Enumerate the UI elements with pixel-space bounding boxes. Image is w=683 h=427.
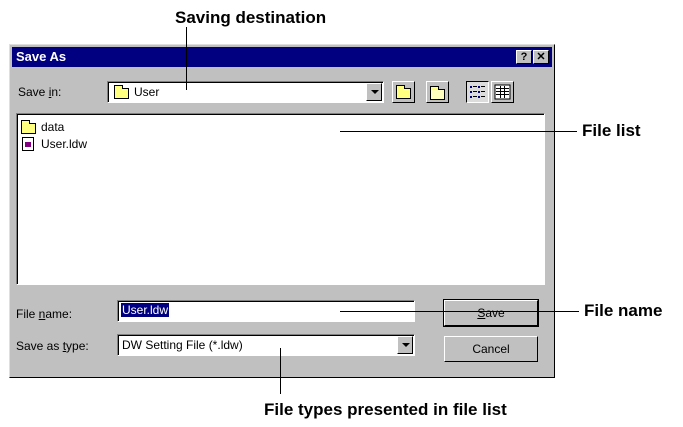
callout-file-name: File name	[584, 301, 663, 320]
save-in-combo[interactable]: User	[107, 81, 384, 103]
folder-icon	[21, 120, 36, 134]
save-in-value: User	[134, 85, 160, 99]
list-item[interactable]: data	[21, 119, 221, 135]
details-icon	[494, 84, 511, 100]
ldw-file-icon	[22, 137, 34, 151]
dialog-title: Save As	[16, 49, 67, 64]
title-bar[interactable]: Save As ? ✕	[12, 47, 552, 67]
file-list[interactable]: data User.ldw	[16, 113, 545, 285]
file-name-value: User.ldw	[121, 303, 170, 317]
help-button[interactable]: ?	[516, 50, 532, 64]
folder-icon	[114, 85, 129, 99]
save-as-type-combo[interactable]: DW Setting File (*.ldw)	[117, 334, 415, 356]
callout-file-types: File types presented in file list	[264, 400, 507, 419]
new-folder-icon	[430, 86, 445, 100]
saving-destination-leader	[186, 27, 187, 90]
create-new-folder-button[interactable]	[426, 81, 449, 103]
up-one-level-button[interactable]	[392, 81, 415, 103]
chevron-down-icon[interactable]	[366, 83, 382, 101]
list-view-button[interactable]	[466, 81, 489, 103]
save-as-type-value: DW Setting File (*.ldw)	[122, 338, 243, 352]
save-as-dialog: Save As ? ✕ Save in: User data User.ldw …	[9, 44, 555, 378]
callout-saving-destination: Saving destination	[175, 8, 327, 27]
file-list-leader	[340, 131, 577, 132]
file-name-leader	[340, 311, 579, 312]
list-icon	[470, 86, 485, 98]
file-name: data	[41, 120, 65, 134]
cancel-button[interactable]: Cancel	[444, 336, 538, 362]
details-view-button[interactable]	[491, 81, 514, 103]
save-button[interactable]: Save	[443, 299, 539, 327]
file-name: User.ldw	[41, 137, 88, 151]
up-folder-icon	[396, 85, 411, 99]
file-name-label: File name:	[16, 307, 73, 321]
chevron-down-icon[interactable]	[397, 336, 413, 354]
list-item[interactable]: User.ldw	[21, 136, 221, 152]
save-as-type-label: Save as type:	[16, 339, 89, 353]
close-button[interactable]: ✕	[533, 50, 549, 64]
callout-file-list: File list	[582, 121, 641, 140]
file-types-leader	[280, 348, 281, 394]
save-in-label: Save in:	[18, 85, 62, 99]
